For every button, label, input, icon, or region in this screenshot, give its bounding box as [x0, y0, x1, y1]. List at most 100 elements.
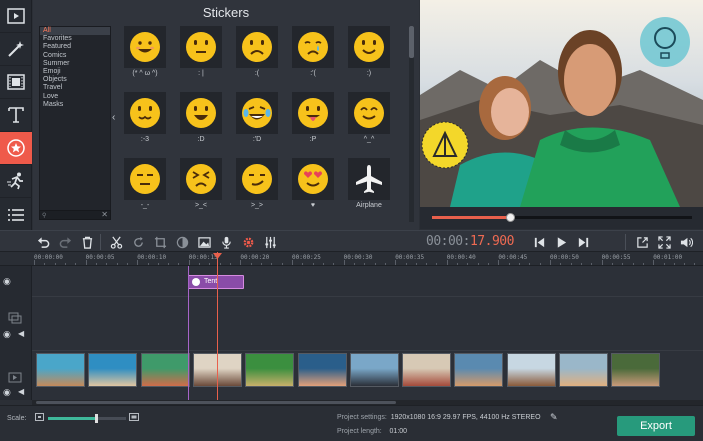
delete-button[interactable]	[79, 234, 95, 250]
export-frame-button[interactable]	[634, 234, 650, 250]
scrollbar-thumb[interactable]	[36, 401, 396, 404]
zoom-in-icon[interactable]	[129, 413, 139, 421]
sticker-thumbnail[interactable]	[124, 158, 166, 200]
sticker-thumbnail[interactable]	[180, 92, 222, 134]
category-search-input[interactable]: ⚲ ✕	[39, 210, 111, 220]
sticker-item[interactable]: >_<	[179, 158, 223, 216]
media-button[interactable]	[196, 234, 212, 250]
video-clip[interactable]	[36, 353, 85, 387]
edit-settings-icon[interactable]: ✎	[550, 412, 558, 423]
sticker-thumbnail[interactable]	[292, 92, 334, 134]
sticker-item[interactable]: >_>	[235, 158, 279, 216]
scale-slider[interactable]	[48, 414, 126, 423]
category-list[interactable]: All Favorites Featured Comics Summer Emoji Obj…	[39, 26, 111, 212]
category-item[interactable]: Masks	[40, 101, 110, 109]
sticker-item[interactable]: : |	[179, 26, 223, 84]
stickers-button[interactable]	[0, 132, 32, 165]
speaker-icon[interactable]: ◀	[18, 387, 24, 396]
motion-button[interactable]	[0, 165, 32, 198]
sticker-thumbnail[interactable]	[236, 158, 278, 200]
category-item[interactable]: Love	[40, 93, 110, 101]
video-clip[interactable]	[88, 353, 138, 387]
video-clip[interactable]	[559, 353, 608, 387]
filters-button[interactable]	[0, 33, 32, 66]
category-item[interactable]: Travel	[40, 84, 110, 92]
sticker-item[interactable]: :D	[179, 92, 223, 150]
sticker-item[interactable]: :-3	[123, 92, 167, 150]
sticker-item[interactable]: ^_^	[347, 92, 391, 150]
sticker-item[interactable]: :(	[235, 26, 279, 84]
video-clip[interactable]	[506, 353, 556, 387]
timeline-tracks[interactable]: ◉ ◉ ◀ ◉ ◀ Tent	[0, 266, 703, 400]
video-clip[interactable]	[140, 353, 190, 387]
scrollbar-thumb[interactable]	[409, 26, 414, 58]
sticker-thumbnail[interactable]	[348, 92, 390, 134]
sticker-item[interactable]: ♥	[291, 158, 335, 216]
crop-button[interactable]	[152, 234, 168, 250]
sticker-item[interactable]: -_-	[123, 158, 167, 216]
sticker-thumbnail[interactable]	[348, 26, 390, 68]
sticker-thumbnail[interactable]	[180, 158, 222, 200]
category-item[interactable]: Summer	[40, 60, 110, 68]
sticker-thumbnail[interactable]	[348, 158, 390, 200]
fullscreen-button[interactable]	[656, 234, 672, 250]
sticker-thumbnail[interactable]	[292, 158, 334, 200]
sticker-thumbnail[interactable]	[124, 26, 166, 68]
redo-button[interactable]	[57, 234, 73, 250]
preview-scrubber[interactable]	[420, 207, 703, 229]
undo-button[interactable]	[35, 234, 51, 250]
sticker-item[interactable]: (* ^ ω ^)	[123, 26, 167, 84]
sticker-item[interactable]: Airplane	[347, 158, 391, 216]
eye-icon[interactable]: ◉	[3, 387, 11, 398]
clear-icon[interactable]: ✕	[101, 210, 108, 219]
transitions-button[interactable]	[0, 66, 32, 99]
skip-back-button[interactable]	[531, 234, 547, 250]
more-button[interactable]	[0, 198, 32, 231]
skip-forward-button[interactable]	[575, 234, 591, 250]
volume-button[interactable]	[678, 234, 694, 250]
playhead[interactable]	[217, 252, 218, 402]
speaker-icon[interactable]: ◀	[18, 329, 24, 338]
sticker-thumbnail[interactable]	[292, 26, 334, 68]
sticker-thumbnail[interactable]	[236, 26, 278, 68]
video-preview[interactable]	[420, 0, 703, 207]
import-button[interactable]	[0, 0, 32, 33]
titles-button[interactable]	[0, 99, 32, 132]
video-clip[interactable]	[454, 353, 504, 387]
sticker-item[interactable]: :'(	[291, 26, 335, 84]
video-clip[interactable]	[611, 353, 661, 387]
eye-icon[interactable]: ◉	[3, 329, 11, 340]
video-clip[interactable]	[402, 353, 452, 387]
scale-slider-handle[interactable]	[95, 414, 99, 423]
collapse-arrow-icon[interactable]: ‹	[112, 112, 120, 126]
category-item[interactable]: Favorites	[40, 35, 110, 43]
sticker-scrollbar[interactable]	[409, 26, 414, 222]
category-item[interactable]: Comics	[40, 52, 110, 60]
category-item[interactable]: Emoji	[40, 68, 110, 76]
record-audio-button[interactable]	[218, 234, 234, 250]
scrub-track[interactable]	[432, 213, 692, 222]
sticker-thumbnail[interactable]	[124, 92, 166, 134]
category-item[interactable]: Featured	[40, 43, 110, 51]
export-button[interactable]: Export	[617, 416, 695, 436]
settings-button[interactable]	[240, 234, 256, 250]
category-item[interactable]: All	[40, 27, 110, 36]
cut-button[interactable]	[108, 234, 124, 250]
sticker-thumbnail[interactable]	[180, 26, 222, 68]
sticker-clip[interactable]: Tent	[188, 275, 244, 289]
sticker-item[interactable]: :'D	[235, 92, 279, 150]
equalizer-button[interactable]	[262, 234, 278, 250]
rotate-button[interactable]	[130, 234, 146, 250]
zoom-out-icon[interactable]	[35, 413, 44, 421]
video-clip[interactable]	[245, 353, 295, 387]
video-clip[interactable]	[297, 353, 347, 387]
sticker-thumbnail[interactable]	[236, 92, 278, 134]
video-clip[interactable]	[349, 353, 399, 387]
play-button[interactable]	[553, 234, 569, 250]
color-button[interactable]	[174, 234, 190, 250]
scrub-handle[interactable]	[506, 213, 515, 222]
sticker-item[interactable]: :)	[347, 26, 391, 84]
sticker-item[interactable]: :P	[291, 92, 335, 150]
timeline-ruler[interactable]: 00:00:00 00:00:05 00:00:10 00:00:15 00:00:20…	[0, 252, 703, 266]
eye-icon[interactable]: ◉	[3, 276, 11, 287]
